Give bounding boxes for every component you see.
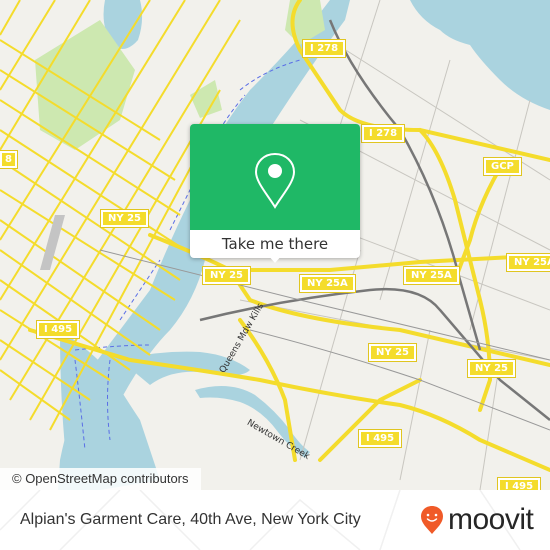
road-shield-gcp: GCP: [483, 157, 522, 176]
map-attribution[interactable]: © OpenStreetMap contributors: [0, 468, 201, 490]
popup-tail: [267, 254, 283, 263]
bay-northeast: [410, 0, 550, 110]
road-shield-i278: I 278: [360, 124, 406, 143]
road-shield-ny25: NY 25: [367, 343, 418, 362]
road-shield-ny25a: NY 25A: [506, 253, 550, 272]
destination-popup[interactable]: Take me there: [190, 124, 360, 263]
road-shield-ny25: NY 25: [201, 266, 252, 285]
moovit-pin-smile-icon: [421, 506, 443, 534]
road-shield-i278: I 278: [301, 39, 347, 58]
footer-bar: Alpian's Garment Care, 40th Ave, New Yor…: [0, 490, 550, 550]
road-shield-i495: I 495: [496, 477, 542, 490]
road-shield-i495: I 495: [357, 429, 403, 448]
moovit-logo[interactable]: moovit: [420, 503, 534, 537]
road-shield-i495: I 495: [35, 320, 81, 339]
road-shield-ny25: NY 25: [99, 209, 150, 228]
place-name: Alpian's Garment Care, 40th Ave, New Yor…: [20, 511, 361, 528]
map-pin-icon: [254, 152, 296, 209]
road-shield-8: 8: [0, 150, 18, 169]
popup-header: [190, 124, 360, 230]
road-shield-ny25a: NY 25A: [403, 266, 460, 285]
road-shield-ny25a: NY 25A: [299, 274, 356, 293]
map-view[interactable]: I 278 I 278 GCP 8 NY 25 NY 25 NY 25A NY …: [0, 0, 550, 490]
road-shield-ny25: NY 25: [466, 359, 517, 378]
park-2: [190, 80, 222, 118]
moovit-wordmark: moovit: [448, 503, 534, 536]
